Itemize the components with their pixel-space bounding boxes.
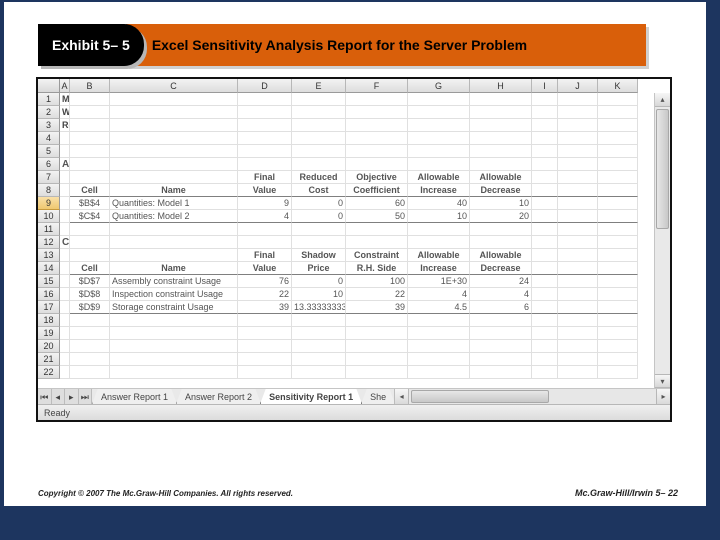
col-header-C[interactable]: C <box>110 79 238 93</box>
scroll-down-icon[interactable]: ▾ <box>655 374 670 388</box>
row-header-6[interactable]: 6 <box>38 158 60 171</box>
row-header-12[interactable]: 12 <box>38 236 60 249</box>
tab-next-icon[interactable]: ▸ <box>65 389 79 404</box>
row-header-9[interactable]: 9 <box>38 197 60 210</box>
table-row: FinalReducedObjectiveAllowableAllowable <box>60 171 654 184</box>
scroll-thumb-h[interactable] <box>411 390 548 403</box>
scroll-up-icon[interactable]: ▴ <box>655 93 670 107</box>
table-row: Worksheet: [wrsht5-1.xls]Sheet1 <box>60 106 654 119</box>
vertical-scrollbar[interactable]: ▴ ▾ <box>654 93 670 388</box>
col-header-F[interactable]: F <box>346 79 408 93</box>
row-header-14[interactable]: 14 <box>38 262 60 275</box>
row-header-13[interactable]: 13 <box>38 249 60 262</box>
cell-grid[interactable]: Microsoft Excel 9.0 Sensitivity ReportWo… <box>60 93 654 388</box>
table-row: Constraints <box>60 236 654 249</box>
table-row <box>60 327 654 340</box>
col-header-H[interactable]: H <box>470 79 532 93</box>
row-header-19[interactable]: 19 <box>38 327 60 340</box>
tab-first-icon[interactable]: ⏮ <box>38 389 52 404</box>
row-header-15[interactable]: 15 <box>38 275 60 288</box>
scroll-right-icon[interactable]: ▸ <box>656 389 670 405</box>
sheet-tab-bar: ⏮ ◂ ▸ ⏭ Answer Report 1Answer Report 2Se… <box>38 388 670 404</box>
row-headers[interactable]: 12345678910111213141516171819202122 <box>38 93 60 379</box>
row-header-1[interactable]: 1 <box>38 93 60 106</box>
row-header-17[interactable]: 17 <box>38 301 60 314</box>
table-row: Report Created: 1/16/2004 6:17:00 PM <box>60 119 654 132</box>
table-row: $D$8Inspection constraint Usage22102244 <box>60 288 654 301</box>
row-header-18[interactable]: 18 <box>38 314 60 327</box>
table-row <box>60 145 654 158</box>
table-row: Adjustable Cells <box>60 158 654 171</box>
tab-nav-buttons[interactable]: ⏮ ◂ ▸ ⏭ <box>38 389 92 404</box>
row-header-10[interactable]: 10 <box>38 210 60 223</box>
col-header-K[interactable]: K <box>598 79 638 93</box>
table-row: $D$7Assembly constraint Usage7601001E+30… <box>60 275 654 288</box>
row-header-21[interactable]: 21 <box>38 353 60 366</box>
tab-prev-icon[interactable]: ◂ <box>52 389 66 404</box>
table-row: CellNameValueCostCoefficientIncreaseDecr… <box>60 184 654 197</box>
row-header-20[interactable]: 20 <box>38 340 60 353</box>
tab-last-icon[interactable]: ⏭ <box>79 389 93 404</box>
table-row <box>60 132 654 145</box>
col-header-J[interactable]: J <box>558 79 598 93</box>
sheet-tabs: Answer Report 1Answer Report 2Sensitivit… <box>92 389 394 404</box>
worksheet-area: ABCDEFGHIJK 1234567891011121314151617181… <box>38 79 670 388</box>
status-bar: Ready <box>38 404 670 420</box>
row-header-8[interactable]: 8 <box>38 184 60 197</box>
row-header-11[interactable]: 11 <box>38 223 60 236</box>
row-header-2[interactable]: 2 <box>38 106 60 119</box>
sheet-tab[interactable]: Sensitivity Report 1 <box>260 389 362 404</box>
table-row: $D$9Storage constraint Usage3913.3333333… <box>60 301 654 314</box>
col-header-I[interactable]: I <box>532 79 558 93</box>
table-row: $B$4Quantities: Model 190604010 <box>60 197 654 210</box>
col-header-A[interactable]: A <box>60 79 70 93</box>
table-row <box>60 366 654 379</box>
table-row: $C$4Quantities: Model 240501020 <box>60 210 654 223</box>
row-header-5[interactable]: 5 <box>38 145 60 158</box>
row-header-4[interactable]: 4 <box>38 132 60 145</box>
table-row <box>60 340 654 353</box>
exhibit-label: Exhibit 5– 5 <box>38 24 144 66</box>
sheet-tab[interactable]: Answer Report 2 <box>176 389 261 404</box>
col-header-B[interactable]: B <box>70 79 110 93</box>
select-all-corner[interactable] <box>38 79 60 93</box>
col-header-D[interactable]: D <box>238 79 292 93</box>
col-header-G[interactable]: G <box>408 79 470 93</box>
slide: Exhibit 5– 5 Excel Sensitivity Analysis … <box>4 2 706 506</box>
horizontal-scrollbar[interactable]: ◂ ▸ <box>394 389 670 404</box>
row-header-16[interactable]: 16 <box>38 288 60 301</box>
table-row <box>60 223 654 236</box>
table-row: CellNameValuePriceR.H. SideIncreaseDecre… <box>60 262 654 275</box>
copyright-text: Copyright © 2007 The Mc.Graw-Hill Compan… <box>38 489 293 498</box>
table-row <box>60 314 654 327</box>
sheet-tab[interactable]: She <box>361 389 394 404</box>
scroll-thumb-v[interactable] <box>656 109 669 229</box>
sheet-tab[interactable]: Answer Report 1 <box>92 389 177 404</box>
row-header-7[interactable]: 7 <box>38 171 60 184</box>
table-row: FinalShadowConstraintAllowableAllowable <box>60 249 654 262</box>
scroll-left-icon[interactable]: ◂ <box>395 389 409 405</box>
column-headers[interactable]: ABCDEFGHIJK <box>60 79 654 93</box>
title-bar: Exhibit 5– 5 Excel Sensitivity Analysis … <box>38 24 646 66</box>
col-header-E[interactable]: E <box>292 79 346 93</box>
row-header-3[interactable]: 3 <box>38 119 60 132</box>
table-row: Microsoft Excel 9.0 Sensitivity Report <box>60 93 654 106</box>
page-number: Mc.Graw-Hill/Irwin 5– 22 <box>575 488 678 498</box>
slide-title: Excel Sensitivity Analysis Report for th… <box>126 24 646 66</box>
row-header-22[interactable]: 22 <box>38 366 60 379</box>
table-row <box>60 353 654 366</box>
excel-screenshot: ABCDEFGHIJK 1234567891011121314151617181… <box>36 77 672 422</box>
